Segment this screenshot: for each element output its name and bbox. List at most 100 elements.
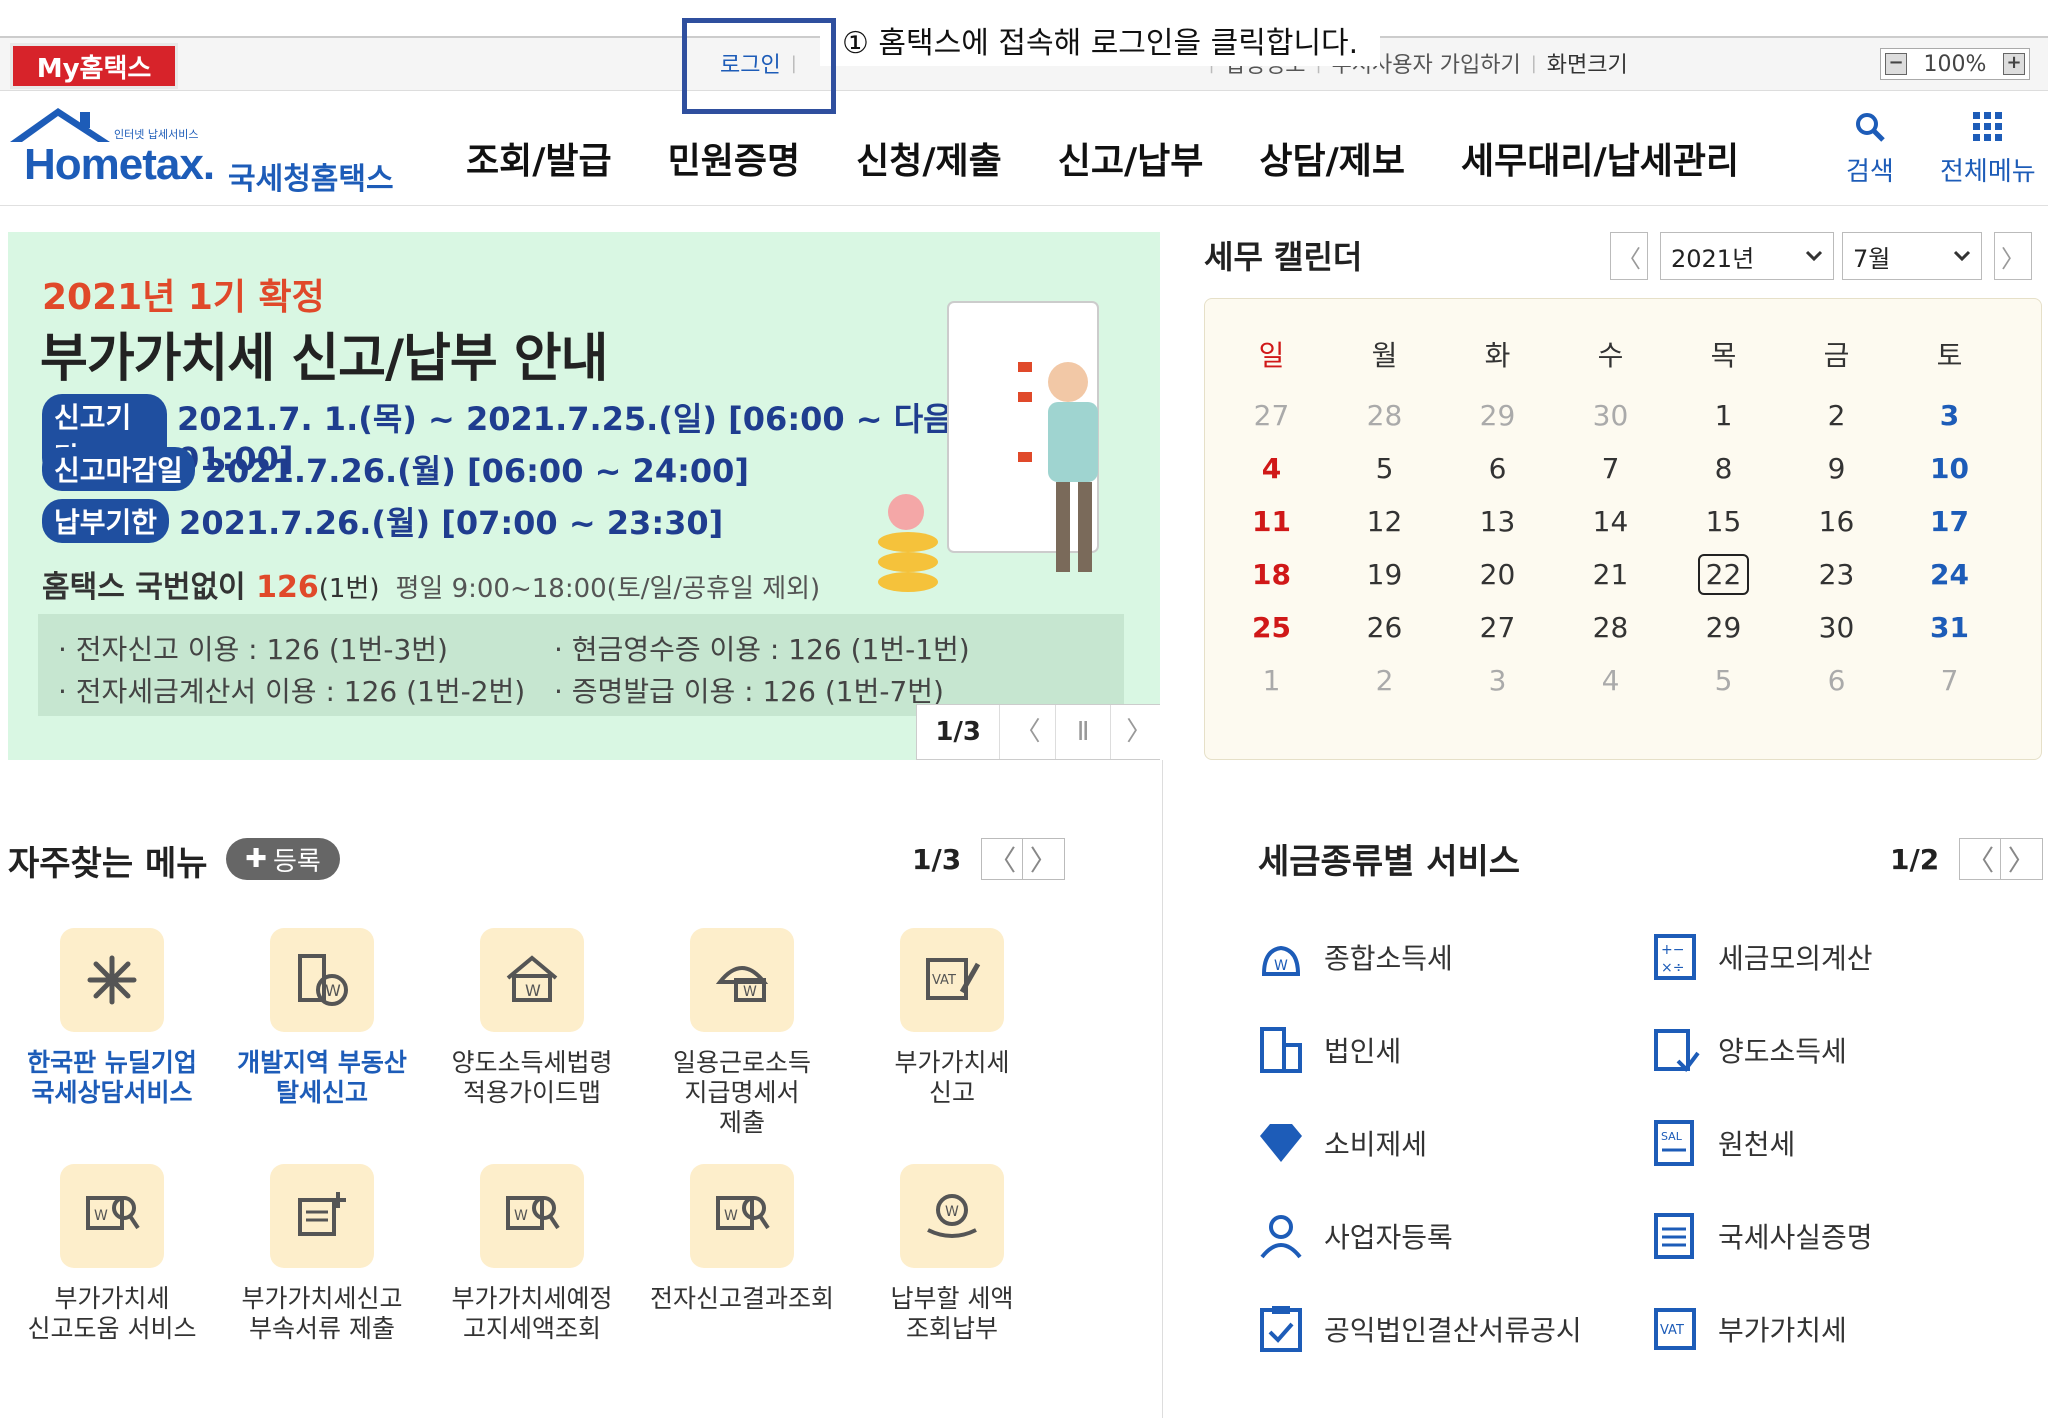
calendar-day[interactable]: 21 bbox=[1554, 558, 1667, 591]
banner-prev-button[interactable]: 〈 bbox=[1000, 705, 1056, 759]
zoom-in-button[interactable]: + bbox=[2003, 53, 2025, 75]
calendar-day[interactable]: 12 bbox=[1328, 505, 1441, 538]
calendar-day[interactable]: 5 bbox=[1328, 452, 1441, 485]
month-select[interactable]: 7월 bbox=[1842, 232, 1982, 280]
calendar-day[interactable]: 30 bbox=[1780, 611, 1893, 644]
calendar-day[interactable]: 19 bbox=[1328, 558, 1441, 591]
tax-service-item[interactable]: VAT 부가가치세 bbox=[1648, 1302, 1847, 1356]
banner-next-button[interactable]: 〉 bbox=[1111, 705, 1160, 759]
calendar-day[interactable]: 6 bbox=[1441, 452, 1554, 485]
calendar-day[interactable]: 3 bbox=[1441, 664, 1554, 697]
calendar-day[interactable]: 30 bbox=[1554, 399, 1667, 432]
nav-report-pay[interactable]: 신고/납부 bbox=[1058, 132, 1204, 184]
calendar-day[interactable]: 27 bbox=[1441, 611, 1554, 644]
favorite-menu-item[interactable]: W 개발지역 부동산 탈세신고 bbox=[222, 928, 422, 1108]
calendar-prev-button[interactable]: 〈 bbox=[1610, 232, 1648, 280]
section-divider bbox=[1162, 760, 1163, 1418]
vat-notice-banner[interactable]: 2021년 1기 확정 부가가치세 신고/납부 안내 신고기간 2021.7. … bbox=[8, 232, 1160, 760]
calendar-day[interactable]: 29 bbox=[1667, 611, 1780, 644]
calendar-day[interactable]: 26 bbox=[1328, 611, 1441, 644]
calendar-weekday: 일 bbox=[1258, 339, 1285, 372]
calendar-day[interactable]: 23 bbox=[1780, 558, 1893, 591]
nav-lookup-issue[interactable]: 조회/발급 bbox=[466, 132, 612, 184]
calendar-day[interactable]: 3 bbox=[1893, 399, 2006, 432]
tax-service-item[interactable]: 사업자등록 bbox=[1254, 1209, 1453, 1263]
calendar-day[interactable]: 31 bbox=[1893, 611, 2006, 644]
calendar-week-row: 25 26 27 28 29 30 31 bbox=[1215, 601, 2033, 654]
banner-pause-button[interactable]: Ⅱ bbox=[1056, 705, 1112, 759]
calendar-day[interactable]: 27 bbox=[1215, 399, 1328, 432]
calendar-day[interactable]: 16 bbox=[1780, 505, 1893, 538]
calendar-day[interactable]: 5 bbox=[1667, 664, 1780, 697]
tax-service-item[interactable]: +− ×÷ 세금모의계산 bbox=[1648, 930, 1873, 984]
all-menu-button[interactable]: 전체메뉴 bbox=[1940, 110, 2036, 188]
year-select[interactable]: 2021년 bbox=[1660, 232, 1834, 280]
tax-service-item[interactable]: 법인세 bbox=[1254, 1023, 1401, 1077]
calendar-day-today[interactable]: 22 bbox=[1667, 554, 1780, 595]
calendar-day[interactable]: 28 bbox=[1328, 399, 1441, 432]
calendar-day[interactable]: 20 bbox=[1441, 558, 1554, 591]
favorites-next-button[interactable]: 〉 bbox=[1023, 838, 1066, 880]
calendar-day[interactable]: 2 bbox=[1328, 664, 1441, 697]
tax-services-page-indicator: 1/2 bbox=[1890, 842, 1940, 876]
calendar-weekday: 화 bbox=[1484, 339, 1511, 372]
calendar-next-button[interactable]: 〉 bbox=[1994, 232, 2032, 280]
favorite-menu-item[interactable]: W 전자신고결과조회 bbox=[642, 1164, 842, 1314]
calendar-day[interactable]: 10 bbox=[1893, 452, 2006, 485]
nav-consult-report[interactable]: 상담/제보 bbox=[1259, 132, 1405, 184]
calendar-day[interactable]: 1 bbox=[1667, 399, 1780, 432]
tax-service-item[interactable]: SAL 원천세 bbox=[1648, 1116, 1795, 1170]
calendar-day[interactable]: 6 bbox=[1780, 664, 1893, 697]
tax-service-item[interactable]: 국세사실증명 bbox=[1648, 1209, 1873, 1263]
tax-service-item[interactable]: 공익법인결산서류공시 bbox=[1254, 1302, 1582, 1356]
favorite-menu-item[interactable]: 한국판 뉴딜기업 국세상담서비스 bbox=[12, 928, 212, 1108]
favorites-prev-button[interactable]: 〈 bbox=[981, 838, 1024, 880]
vat-document-icon: VAT bbox=[1648, 1302, 1702, 1356]
calendar-day[interactable]: 28 bbox=[1554, 611, 1667, 644]
calendar-day[interactable]: 14 bbox=[1554, 505, 1667, 538]
calendar-day[interactable]: 25 bbox=[1215, 611, 1328, 644]
tax-service-item[interactable]: W 종합소득세 bbox=[1254, 930, 1453, 984]
calendar-week-row: 1234567 bbox=[1215, 654, 2033, 707]
favorite-menu-item[interactable]: W 부가가치세 신고도움 서비스 bbox=[12, 1164, 212, 1344]
tax-services-prev-button[interactable]: 〈 bbox=[1959, 838, 2002, 880]
favorite-menu-item[interactable]: 부가가치세신고 부속서류 제출 bbox=[222, 1164, 422, 1344]
calendar-day[interactable]: 7 bbox=[1554, 452, 1667, 485]
calendar-day[interactable]: 24 bbox=[1893, 558, 2006, 591]
favorite-menu-item[interactable]: W 부가가치세예정 고지세액조회 bbox=[432, 1164, 632, 1344]
favorite-menu-item[interactable]: W 납부할 세액 조회납부 bbox=[852, 1164, 1052, 1344]
my-hometax-button[interactable]: My홈택스 bbox=[10, 43, 178, 89]
svg-text:W: W bbox=[945, 1204, 959, 1220]
calendar-day[interactable]: 18 bbox=[1215, 558, 1328, 591]
calendar-day[interactable]: 13 bbox=[1441, 505, 1554, 538]
search-button[interactable]: 검색 bbox=[1846, 110, 1894, 188]
calendar-day[interactable]: 2 bbox=[1780, 399, 1893, 432]
nav-civil-certificate[interactable]: 민원증명 bbox=[668, 132, 800, 184]
nav-apply-submit[interactable]: 신청/제출 bbox=[856, 132, 1002, 184]
tax-services-next-button[interactable]: 〉 bbox=[2001, 838, 2044, 880]
calendar-day[interactable]: 29 bbox=[1441, 399, 1554, 432]
calendar-day[interactable]: 9 bbox=[1780, 452, 1893, 485]
banner-row-deadline: 신고마감일 2021.7.26.(월) [06:00 ~ 24:00] bbox=[42, 446, 749, 492]
favorite-menu-item[interactable]: W 일용근로소득 지급명세서 제출 bbox=[642, 928, 842, 1138]
tax-service-label: 세금모의계산 bbox=[1718, 942, 1873, 975]
calendar-day[interactable]: 11 bbox=[1215, 505, 1328, 538]
calendar-day[interactable]: 4 bbox=[1215, 452, 1328, 485]
hometax-logo[interactable]: 인터넷 납세서비스 Hometax. 국세청홈택스 bbox=[6, 104, 396, 197]
calendar-day[interactable]: 17 bbox=[1893, 505, 2006, 538]
money-bag-hand-icon: W bbox=[900, 1164, 1004, 1268]
calendar-day[interactable]: 15 bbox=[1667, 505, 1780, 538]
calendar-day[interactable]: 4 bbox=[1554, 664, 1667, 697]
tax-service-label: 종합소득세 bbox=[1324, 942, 1453, 975]
zoom-out-button[interactable]: − bbox=[1885, 53, 1907, 75]
tax-service-item[interactable]: 소비제세 bbox=[1254, 1116, 1427, 1170]
nav-tax-agent[interactable]: 세무대리/납세관리 bbox=[1461, 132, 1739, 184]
favorite-menu-item[interactable]: VAT 부가가치세 신고 bbox=[852, 928, 1052, 1108]
tax-service-label: 사업자등록 bbox=[1324, 1221, 1453, 1254]
register-favorite-button[interactable]: ✚ 등록 bbox=[226, 838, 340, 880]
calendar-day[interactable]: 7 bbox=[1893, 664, 2006, 697]
calendar-day[interactable]: 8 bbox=[1667, 452, 1780, 485]
favorite-menu-item[interactable]: W 양도소득세법령 적용가이드맵 bbox=[432, 928, 632, 1108]
tax-service-item[interactable]: 양도소득세 bbox=[1648, 1023, 1847, 1077]
calendar-day[interactable]: 1 bbox=[1215, 664, 1328, 697]
